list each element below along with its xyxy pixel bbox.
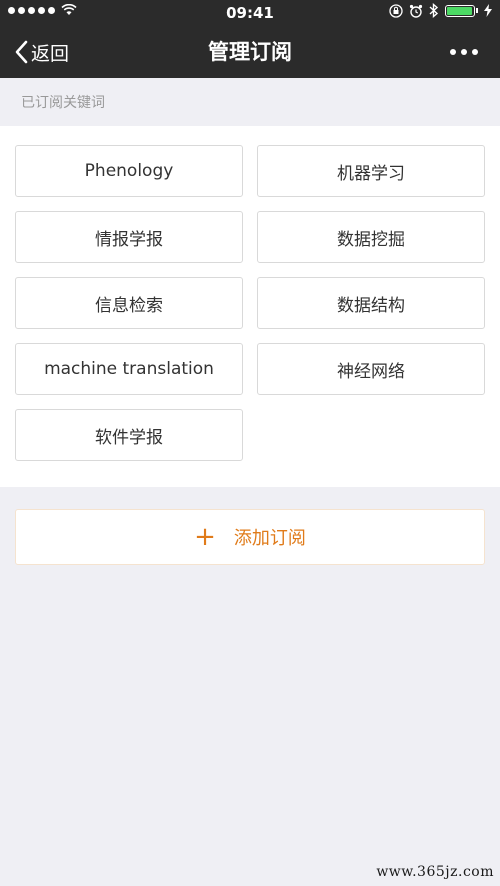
page-title: 管理订阅 (208, 40, 292, 64)
section-header: 已订阅关键词 (0, 78, 500, 126)
keyword-tag[interactable]: 信息检索 (15, 277, 243, 329)
keywords-panel: Phenology 机器学习 情报学报 数据挖掘 信息检索 数据结构 machi… (0, 126, 500, 487)
navigation-bar: 返回 管理订阅 (0, 26, 500, 78)
watermark: www.365jz.com (376, 864, 494, 880)
subscribed-keywords-label: 已订阅关键词 (21, 95, 105, 111)
plus-icon: + (194, 522, 216, 552)
keyword-tag[interactable]: 神经网络 (257, 343, 485, 395)
charging-icon (484, 4, 492, 17)
back-label: 返回 (31, 42, 70, 65)
orientation-lock-icon (389, 3, 403, 18)
add-subscription-button[interactable]: + 添加订阅 (15, 509, 485, 565)
keyword-tag[interactable]: 数据挖掘 (257, 211, 485, 263)
more-dots-icon (450, 49, 456, 55)
keyword-tag[interactable]: Phenology (15, 145, 243, 197)
keyword-tag[interactable]: 情报学报 (15, 211, 243, 263)
battery-tip (476, 8, 478, 13)
keyword-tag[interactable]: 软件学报 (15, 409, 243, 461)
keyword-tag[interactable]: 机器学习 (257, 145, 485, 197)
status-bar: 09:41 (0, 0, 500, 26)
alarm-icon (409, 4, 423, 18)
keyword-tag[interactable]: 数据结构 (257, 277, 485, 329)
battery-level-fill (447, 6, 473, 15)
chevron-left-icon (15, 40, 28, 64)
add-subscription-label: 添加订阅 (233, 528, 306, 549)
more-options-button[interactable] (450, 26, 478, 78)
more-dot (461, 49, 467, 55)
battery-icon (445, 4, 475, 17)
back-button[interactable]: 返回 (14, 26, 69, 78)
status-icons (389, 3, 492, 18)
keyword-tag[interactable]: machine translation (15, 343, 243, 395)
more-dot (472, 49, 478, 55)
bluetooth-icon (429, 3, 439, 18)
